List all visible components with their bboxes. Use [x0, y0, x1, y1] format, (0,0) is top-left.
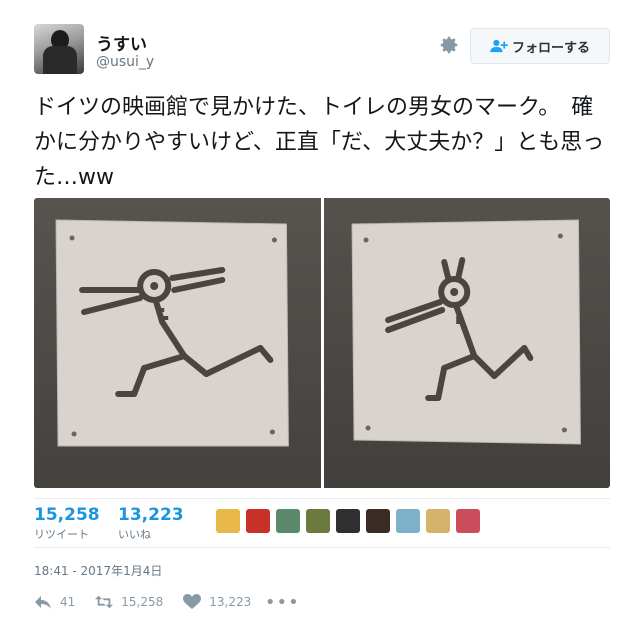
tweet-photos	[34, 198, 610, 488]
tweet-actions: 41 15,258 13,223 •••	[34, 590, 610, 614]
retweet-action-count: 15,258	[121, 595, 164, 609]
liker-avatar[interactable]	[336, 509, 360, 533]
retweet-button[interactable]: 15,258	[95, 594, 163, 610]
gear-icon[interactable]	[438, 34, 460, 56]
men-sign-drawing	[55, 219, 289, 447]
reply-icon	[35, 596, 51, 609]
retweet-stat[interactable]: 15,258 リツイート	[34, 505, 100, 542]
reply-count: 41	[60, 595, 76, 609]
liker-avatar[interactable]	[366, 509, 390, 533]
like-button[interactable]: 13,223	[183, 594, 251, 610]
like-action-count: 13,223	[209, 595, 252, 609]
like-stat[interactable]: 13,223 いいね	[118, 505, 184, 542]
retweet-icon	[95, 595, 114, 609]
women-sign-drawing	[351, 219, 581, 445]
photo-men-sign[interactable]	[34, 198, 321, 488]
liker-avatars	[216, 509, 480, 533]
liker-avatar[interactable]	[396, 509, 420, 533]
liker-avatar[interactable]	[276, 509, 300, 533]
tweet-text: ドイツの映画館で見かけた、トイレの男女のマーク。 確かに分かりやすいけど、正直「…	[34, 95, 605, 190]
retweet-count: 15,258	[34, 505, 100, 525]
photo-women-sign[interactable]	[323, 198, 610, 488]
tweet-stats: 15,258 リツイート 13,223 いいね	[34, 498, 610, 548]
like-label: いいね	[118, 528, 151, 541]
add-user-icon	[490, 39, 508, 53]
reply-button[interactable]: 41	[34, 594, 75, 610]
follow-button[interactable]: フォローする	[470, 28, 610, 64]
user-screen-name[interactable]: @usui_y	[96, 54, 154, 70]
liker-avatar[interactable]	[456, 509, 480, 533]
liker-avatar[interactable]	[426, 509, 450, 533]
user-avatar[interactable]	[34, 24, 84, 74]
liker-avatar[interactable]	[216, 509, 240, 533]
tweet-header: うすい @usui_y フォローする	[34, 24, 610, 80]
follow-button-label: フォローする	[511, 40, 590, 56]
retweet-label: リツイート	[34, 528, 89, 541]
like-count: 13,223	[118, 505, 184, 525]
liker-avatar[interactable]	[246, 509, 270, 533]
more-icon[interactable]: •••	[265, 592, 299, 613]
user-display-name[interactable]: うすい	[96, 30, 147, 55]
heart-icon	[183, 594, 202, 609]
liker-avatar[interactable]	[306, 509, 330, 533]
tweet-timestamp[interactable]: 18:41 - 2017年1月4日	[34, 562, 162, 579]
